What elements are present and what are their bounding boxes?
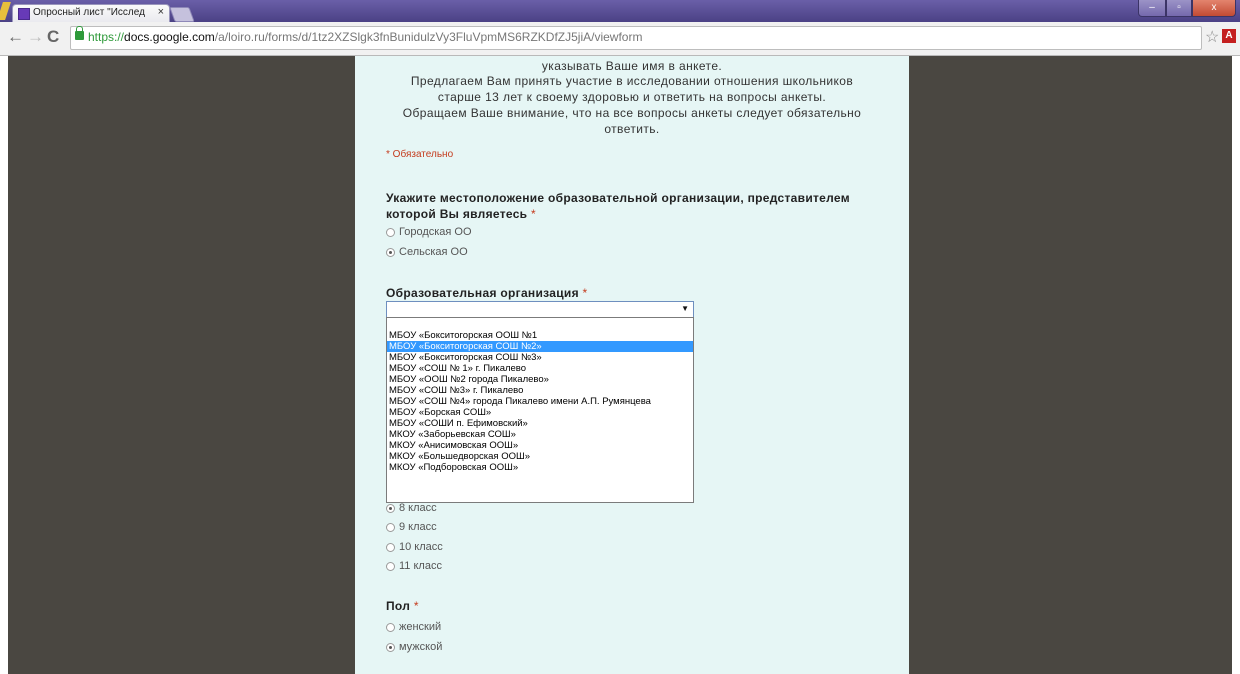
radio-label: мужской [399,641,443,653]
radio-button[interactable] [386,561,395,571]
question-location-title-line1: Укажите местоположение образовательной о… [386,191,850,205]
dropdown-option[interactable]: МБОУ «Бокситогорская ООШ №1 [387,330,693,341]
radio-button[interactable] [386,622,395,632]
radio-option-city[interactable]: Городская ОО [386,226,472,238]
radio-button-checked[interactable] [386,503,395,513]
question-org-title: Образовательная организация * [386,286,588,300]
minimize-button[interactable]: – [1138,0,1166,17]
chevron-down-icon[interactable]: ▼ [681,304,689,313]
title-bar: Опросный лист "Исслед × – ▫ x [0,0,1240,23]
window-controls: – ▫ x [1138,0,1236,18]
intro-line: Предлагаем Вам принять участие в исследо… [410,74,854,88]
radio-label: Городская ОО [399,226,472,238]
forward-icon[interactable]: → [27,27,44,47]
radio-option-grade-9[interactable]: 9 класс [386,521,437,533]
question-location-title-line2: которой Вы являетесь * [386,207,536,221]
form-page: указывать Ваше имя в анкете. Предлагаем … [355,56,909,674]
dropdown-option[interactable]: МБОУ «СОШИ п. Ефимовский» [387,418,693,429]
dropdown-option[interactable]: МКОУ «Подборовская ООШ» [387,462,693,473]
radio-option-grade-10[interactable]: 10 класс [386,541,443,553]
dropdown-option-highlighted[interactable]: МБОУ «Бокситогорская СОШ №2» [387,341,693,352]
org-select[interactable]: ▼ [386,301,694,318]
radio-label: 8 класс [399,502,437,514]
dropdown-option[interactable]: МБОУ «Бокситогорская СОШ №3» [387,352,693,363]
question-location-title: которой Вы являетесь [386,207,528,221]
intro-line: указывать Ваше имя в анкете. [541,59,723,73]
page-viewport: указывать Ваше имя в анкете. Предлагаем … [8,56,1232,674]
radio-label: женский [399,621,442,633]
browser-tab[interactable]: Опросный лист "Исслед × [12,4,170,23]
intro-line: ответить. [604,122,660,136]
radio-button[interactable] [386,542,395,552]
tab-close-icon[interactable]: × [158,6,164,18]
url-text: https://docs.google.com/a/loiro.ru/forms… [88,30,642,44]
radio-button[interactable] [386,522,395,532]
radio-label: Сельская ОО [399,246,468,258]
dropdown-option[interactable]: МБОУ «СОШ №4» города Пикалево имени А.П.… [387,396,693,407]
url-path: /a/loiro.ru/forms/d/1tz2XZSlgk3fnBunidul… [214,30,643,44]
address-bar[interactable]: https://docs.google.com/a/loiro.ru/forms… [70,26,1202,50]
required-asterisk: * [582,286,588,300]
radio-button-checked[interactable] [386,642,395,652]
required-asterisk: * [531,207,536,221]
dropdown-option[interactable]: МБОУ «СОШ № 1» г. Пикалево [387,363,693,374]
intro-line: старше 13 лет к своему здоровью и ответи… [437,90,827,104]
required-asterisk: * [413,599,419,613]
question-gender-label: Пол [386,599,411,613]
back-icon[interactable]: ← [7,27,24,47]
pdf-extension-icon[interactable]: A [1222,29,1236,43]
radio-label: 11 класс [399,560,442,572]
question-gender-title: Пол * [386,599,419,613]
lock-icon [75,26,84,40]
browser-toolbar: ← → C https://docs.google.com/a/loiro.ru… [0,22,1240,56]
dropdown-option[interactable]: МКОУ «Заборьевская СОШ» [387,429,693,440]
google-forms-icon [18,8,30,20]
new-tab-button[interactable] [169,7,195,22]
close-window-button[interactable]: x [1192,0,1236,17]
radio-option-grade-11[interactable]: 11 класс [386,560,442,572]
dropdown-option[interactable]: МКОУ «Анисимовская ООШ» [387,440,693,451]
intro-line: Обращаем Ваше внимание, что на все вопро… [402,106,862,120]
radio-label: 9 класс [399,521,437,533]
url-scheme: https:// [88,30,125,44]
url-host: docs.google.com [124,30,215,44]
maximize-button[interactable]: ▫ [1166,0,1192,17]
radio-button-checked[interactable] [386,247,395,257]
bookmark-star-icon[interactable]: ☆ [1205,27,1219,47]
required-note: * Обязательно [386,149,454,160]
window-edge-icon [0,2,11,20]
radio-option-rural[interactable]: Сельская ОО [386,246,468,258]
radio-option-male[interactable]: мужской [386,641,442,653]
dropdown-option[interactable]: МБОУ «ООШ №2 города Пикалево» [387,374,693,385]
radio-label: 10 класс [399,541,443,553]
radio-option-grade-8[interactable]: 8 класс [386,502,437,514]
radio-option-female[interactable]: женский [386,621,441,633]
reload-icon[interactable]: C [47,27,59,47]
question-org-label: Образовательная организация [386,286,579,300]
org-dropdown-list: МБОУ «Бокситогорская ООШ №1 МБОУ «Боксит… [386,317,694,503]
radio-button[interactable] [386,227,395,237]
dropdown-option[interactable]: МБОУ «СОШ №3» г. Пикалево [387,385,693,396]
dropdown-option[interactable]: МКОУ «Большедворская ООШ» [387,451,693,462]
dropdown-option[interactable]: МБОУ «Борская СОШ» [387,407,693,418]
tab-title: Опросный лист "Исслед [33,7,145,18]
